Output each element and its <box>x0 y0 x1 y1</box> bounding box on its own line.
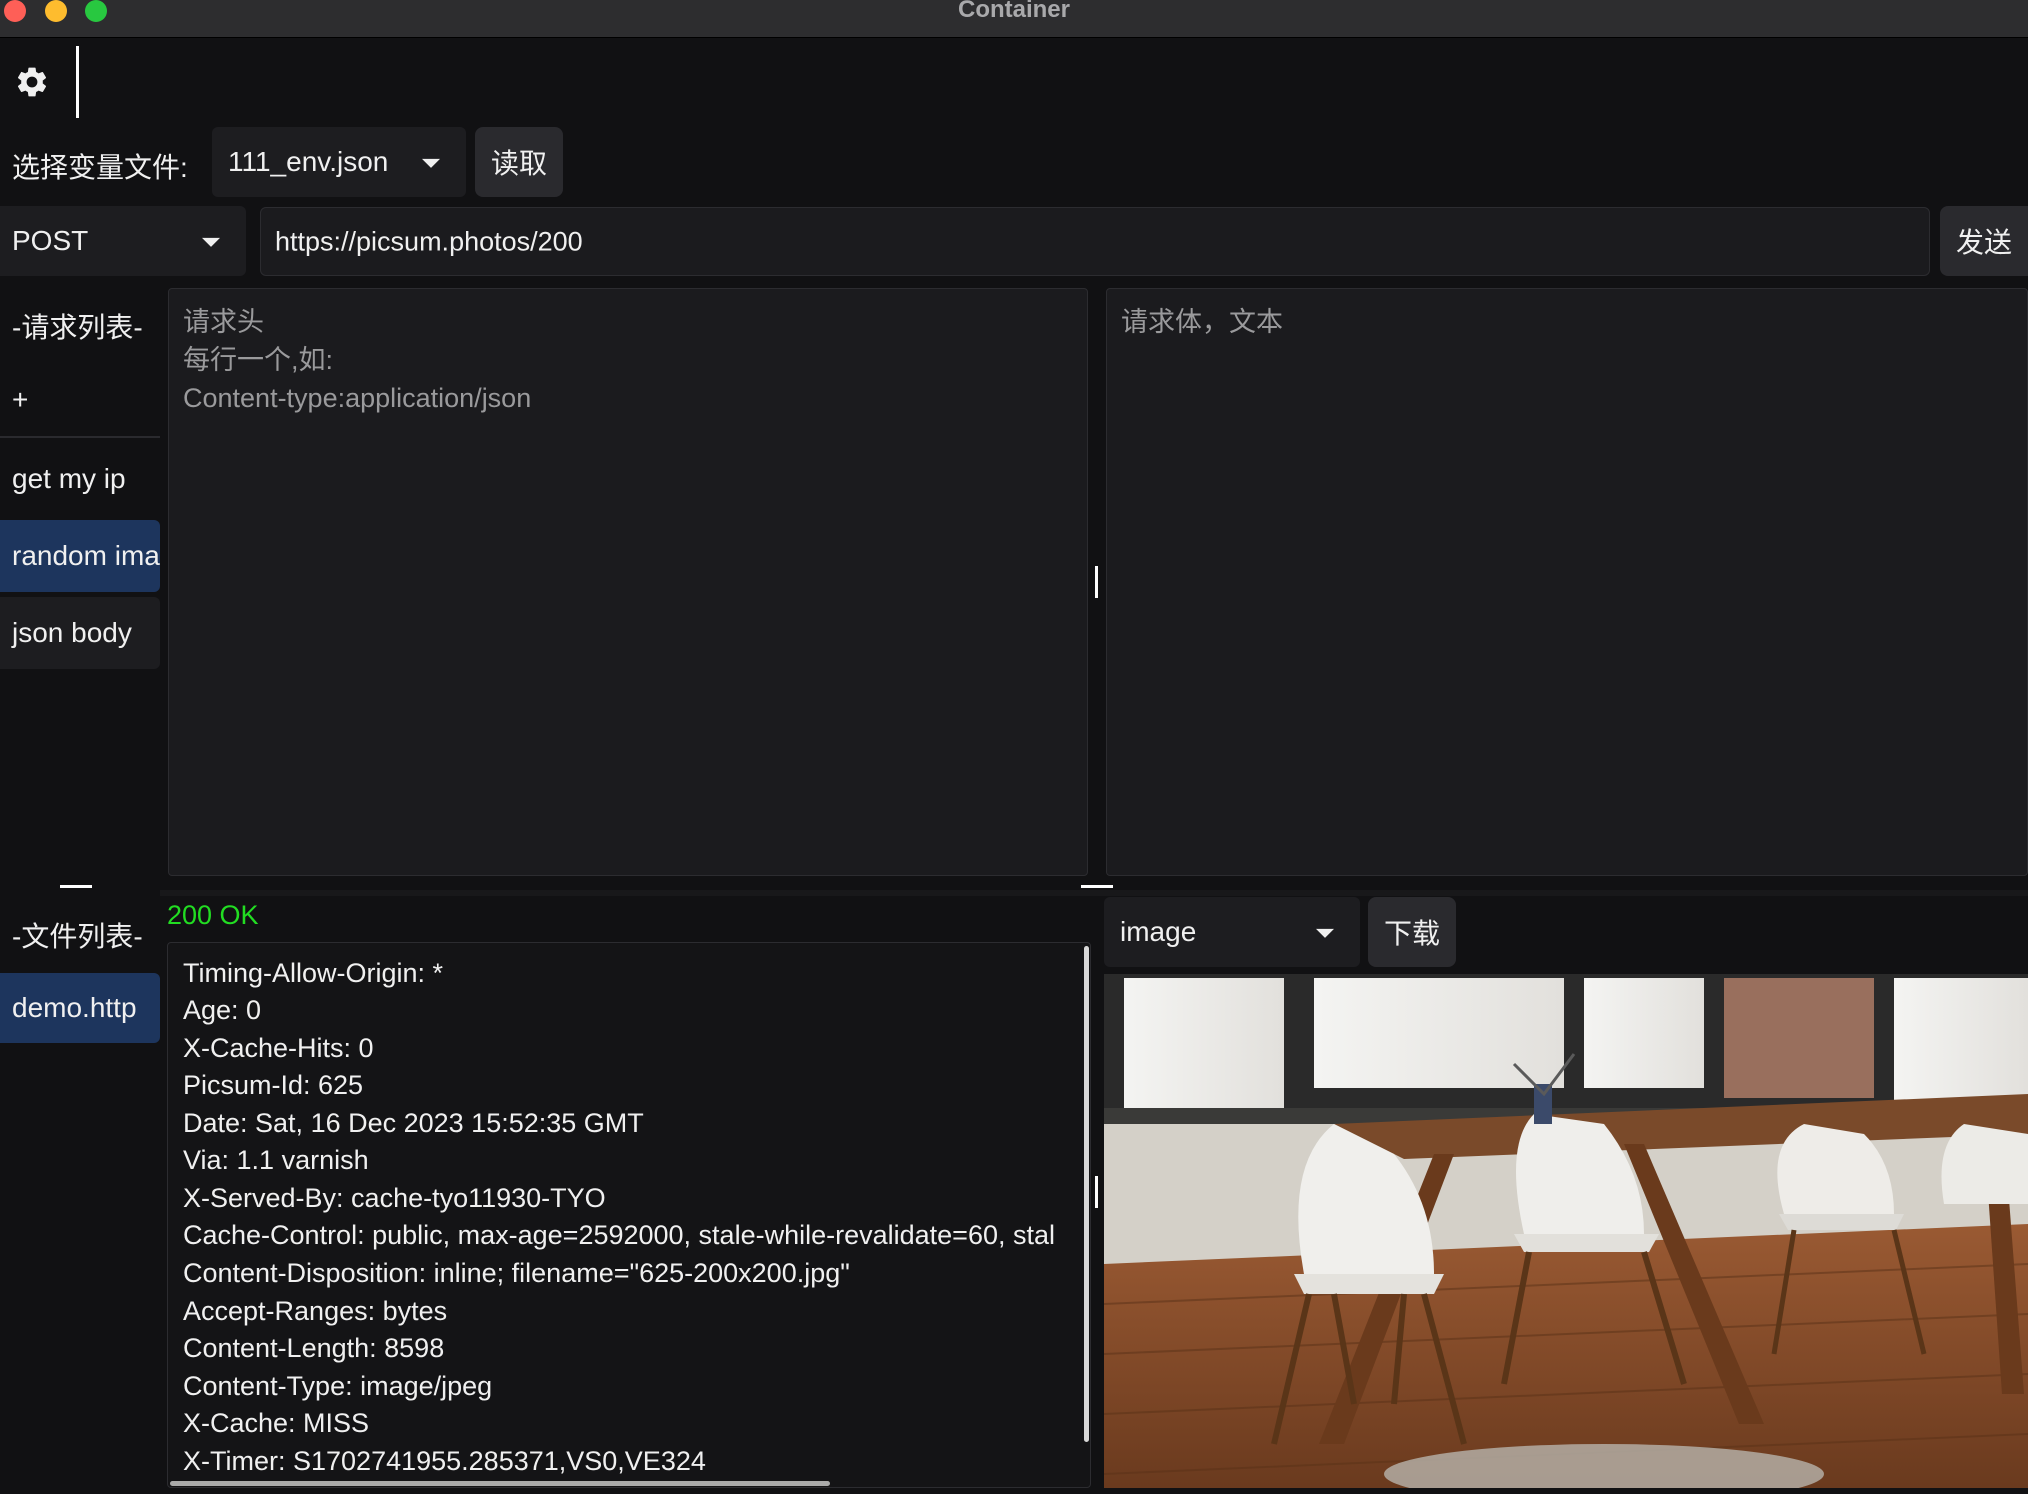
file-item-label: demo.http <box>12 992 137 1023</box>
horizontal-splitter-handle[interactable] <box>1081 885 1113 888</box>
response-view-select[interactable]: image <box>1104 897 1360 967</box>
request-item-get-my-ip[interactable]: get my ip <box>0 443 160 515</box>
response-header-line: X-Served-By: cache-tyo11930-TYO <box>183 1183 606 1213</box>
response-header-line: Via: 1.1 varnish <box>183 1145 369 1175</box>
placeholder-line: Content-type:application/json <box>183 383 532 413</box>
sidebar-splitter-handle[interactable] <box>60 885 92 888</box>
response-headers-hscrollbar[interactable] <box>170 1481 830 1486</box>
method-value: POST <box>12 225 89 256</box>
response-header-line: Content-Type: image/jpeg <box>183 1371 493 1401</box>
window-title: Container <box>957 0 1070 23</box>
url-input[interactable]: https://picsum.photos/200 <box>260 207 1930 276</box>
response-status: 200 OK <box>167 900 259 930</box>
response-header-line: Accept-Ranges: bytes <box>183 1296 448 1326</box>
chevron-down-icon <box>1316 928 1334 938</box>
response-header-line: X-Timer: S1702741955.285371,VS0,VE324 <box>183 1446 706 1476</box>
request-item-label: json body <box>12 617 132 648</box>
request-item-label: get my ip <box>12 463 126 494</box>
env-file-label: 选择变量文件: <box>12 152 188 183</box>
response-header-line: Picsum-Id: 625 <box>183 1070 364 1100</box>
sidebar-divider <box>0 436 160 438</box>
method-select[interactable]: POST <box>0 206 246 276</box>
response-view-value: image <box>1120 916 1197 947</box>
request-headers-placeholder: 请求头 每行一个,如: Content-type:application/jso… <box>183 303 531 417</box>
response-header-line: Timing-Allow-Origin: * <box>183 958 444 988</box>
response-header-line: Date: Sat, 16 Dec 2023 15:52:35 GMT <box>183 1108 644 1138</box>
response-header-line: Age: 0 <box>183 995 262 1025</box>
placeholder-line: 每行一个,如: <box>183 345 334 375</box>
response-splitter-handle[interactable] <box>1095 1176 1098 1208</box>
file-item-demo-http[interactable]: demo.http <box>0 973 160 1043</box>
splitter-bar <box>160 890 2028 896</box>
request-body-input[interactable]: 请求体，文本 <box>1106 288 2028 876</box>
response-header-line: Content-Length: 8598 <box>183 1333 445 1363</box>
chevron-down-icon <box>202 237 220 247</box>
chevron-down-icon <box>422 158 440 168</box>
response-header-line: Content-Disposition: inline; filename="6… <box>183 1258 850 1288</box>
file-list-heading: -文件列表- <box>12 921 143 952</box>
vertical-splitter-handle[interactable] <box>1095 566 1098 598</box>
response-header-line: X-Cache: MISS <box>183 1408 370 1438</box>
download-button[interactable]: 下载 <box>1368 897 1456 967</box>
request-item-random-image[interactable]: random ima <box>0 520 160 592</box>
placeholder-line: 请求体，文本 <box>1121 307 1283 337</box>
read-button[interactable]: 读取 <box>475 127 563 197</box>
request-body-placeholder: 请求体，文本 <box>1121 303 1283 341</box>
add-request-button[interactable]: + <box>12 384 28 416</box>
response-headers-view[interactable]: Timing-Allow-Origin: * Age: 0 X-Cache-Hi… <box>167 942 1091 1488</box>
response-header-line: Cache-Control: public, max-age=2592000, … <box>183 1220 1055 1250</box>
toolbar-divider <box>76 46 79 118</box>
response-image-preview <box>1104 974 2028 1488</box>
request-headers-input[interactable]: 请求头 每行一个,如: Content-type:application/jso… <box>168 288 1088 876</box>
gear-icon[interactable] <box>14 64 50 100</box>
request-item-label: random ima <box>12 540 160 571</box>
url-value: https://picsum.photos/200 <box>275 226 583 256</box>
request-list-heading: -请求列表- <box>12 312 143 343</box>
send-button[interactable]: 发送 <box>1940 206 2028 276</box>
response-header-line: X-Cache-Hits: 0 <box>183 1033 374 1063</box>
request-item-json-body[interactable]: json body <box>0 597 160 669</box>
env-file-select[interactable]: 111_env.json <box>212 127 466 197</box>
placeholder-line: 请求头 <box>183 307 264 337</box>
env-file-value: 111_env.json <box>228 146 389 177</box>
response-headers-vscrollbar[interactable] <box>1084 946 1089 1442</box>
title-bar: Container <box>0 0 2028 38</box>
